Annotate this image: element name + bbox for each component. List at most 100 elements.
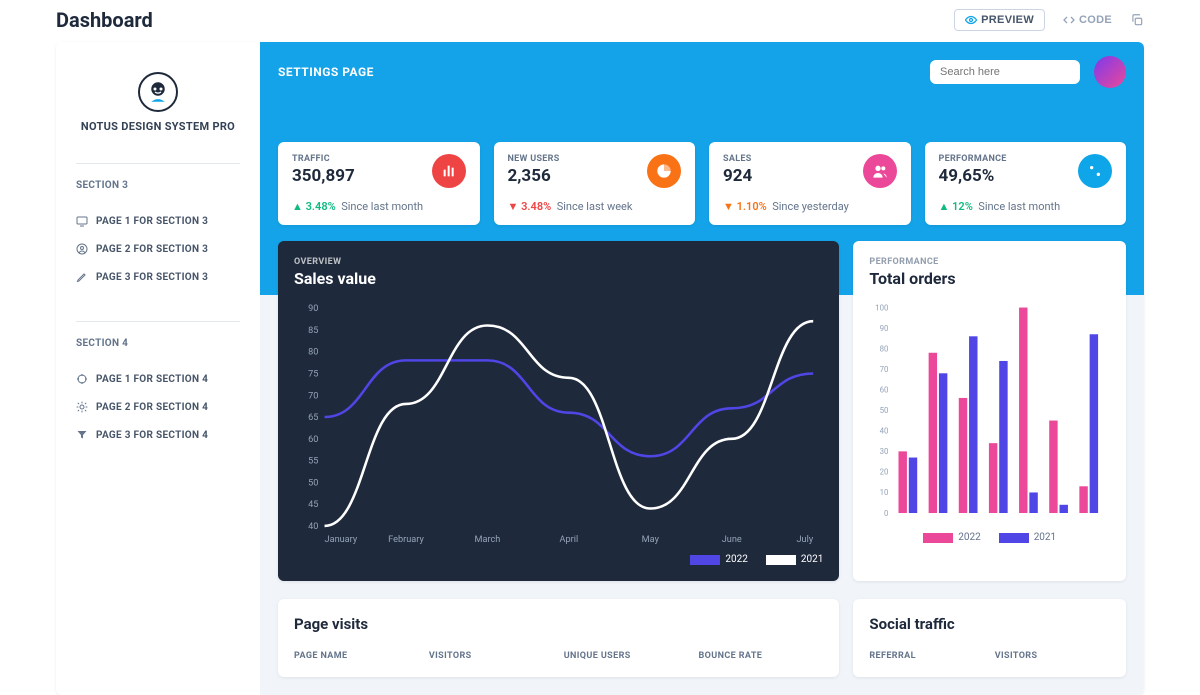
svg-text:55: 55 <box>308 457 318 467</box>
stat-card-new users: NEW USERS 2,356 ▼ 3.48% Since last week <box>494 142 696 225</box>
legend-item: 2022 <box>690 554 747 565</box>
column-header: REFERRAL <box>869 651 984 661</box>
svg-text:40: 40 <box>308 522 318 532</box>
preview-button[interactable]: PREVIEW <box>954 9 1045 31</box>
sidebar-item-s4-3[interactable]: PAGE 3 FOR SECTION 4 <box>70 421 246 449</box>
stat-card-sales: SALES 924 ▼ 1.10% Since yesterday <box>709 142 911 225</box>
svg-text:100: 100 <box>876 303 889 312</box>
svg-text:March: March <box>475 535 501 545</box>
crosshair-icon <box>76 373 88 385</box>
sidebar-item-s4-1[interactable]: PAGE 1 FOR SECTION 4 <box>70 365 246 393</box>
svg-text:February: February <box>388 535 424 545</box>
users-icon <box>863 154 897 188</box>
svg-text:June: June <box>722 535 742 545</box>
stat-delta: ▼ 1.10% <box>723 200 767 213</box>
column-header: BOUNCE RATE <box>699 651 824 661</box>
line-chart: 4045505560657075808590JanuaryFebruaryMar… <box>294 302 823 546</box>
stat-delta: ▲ 3.48% <box>292 200 336 213</box>
svg-text:65: 65 <box>308 413 318 423</box>
sun-icon <box>76 401 88 413</box>
table-title: Social traffic <box>869 615 1110 633</box>
stat-since: Since last month <box>978 200 1060 213</box>
stat-since: Since last month <box>341 200 423 213</box>
svg-text:January: January <box>325 535 358 545</box>
svg-text:10: 10 <box>880 488 889 497</box>
header-actions: PREVIEW CODE <box>954 9 1144 31</box>
column-header: VISITORS <box>995 651 1110 661</box>
chart-overline: PERFORMANCE <box>869 257 1110 267</box>
svg-text:50: 50 <box>880 406 889 415</box>
user-avatar[interactable] <box>1094 56 1126 88</box>
page-visits-card: Page visits PAGE NAMEVISITORSUNIQUE USER… <box>278 599 839 677</box>
social-traffic-card: Social traffic REFERRAL VISITORS <box>853 599 1126 677</box>
svg-text:90: 90 <box>880 324 889 333</box>
stat-label: TRAFFIC <box>292 154 355 164</box>
brand: NOTUS DESIGN SYSTEM PRO <box>70 72 246 133</box>
legend-item: 2021 <box>766 554 823 565</box>
sidebar-item-s3-3[interactable]: PAGE 3 FOR SECTION 3 <box>70 263 246 291</box>
column-header: VISITORS <box>429 651 554 661</box>
svg-text:90: 90 <box>308 304 318 314</box>
bar-chart-legend: 2022 2021 <box>869 532 1110 543</box>
table-head: PAGE NAME VISITORS UNIQUE USERS BOUNCE RATE <box>294 651 823 661</box>
bar-chart-icon <box>432 154 466 188</box>
stat-since: Since yesterday <box>772 200 849 213</box>
svg-text:70: 70 <box>880 365 889 374</box>
svg-text:80: 80 <box>308 348 318 358</box>
pie-chart-icon <box>647 154 681 188</box>
table-head: REFERRAL VISITORS <box>869 651 1110 661</box>
stat-delta: ▼ 3.48% <box>508 200 552 213</box>
stat-label: NEW USERS <box>508 154 560 164</box>
stat-value: 924 <box>723 166 752 186</box>
svg-text:50: 50 <box>308 478 318 488</box>
svg-text:30: 30 <box>880 447 889 456</box>
column-header: UNIQUE USERS <box>564 651 689 661</box>
stat-since: Since last week <box>557 200 633 213</box>
section-header-3: SECTION 3 <box>76 163 240 191</box>
circle-user-icon <box>76 243 88 255</box>
svg-text:70: 70 <box>308 391 318 401</box>
svg-text:45: 45 <box>308 500 318 510</box>
svg-text:July: July <box>797 535 814 545</box>
filter-icon <box>76 429 88 441</box>
sidebar-item-s4-2[interactable]: PAGE 2 FOR SECTION 4 <box>70 393 246 421</box>
chart-title: Total orders <box>869 269 1110 288</box>
sidebar-item-s3-1[interactable]: PAGE 1 FOR SECTION 3 <box>70 207 246 235</box>
brand-title: NOTUS DESIGN SYSTEM PRO <box>70 120 246 133</box>
svg-text:20: 20 <box>880 468 889 477</box>
svg-text:80: 80 <box>880 344 889 353</box>
svg-text:May: May <box>642 535 660 545</box>
sidebar: NOTUS DESIGN SYSTEM PRO SECTION 3 PAGE 1… <box>56 42 260 695</box>
svg-text:60: 60 <box>880 386 889 395</box>
stat-card-performance: PERFORMANCE 49,65% ▲ 12% Since last mont… <box>925 142 1127 225</box>
stat-value: 2,356 <box>508 166 560 186</box>
chart-title: Sales value <box>294 269 823 288</box>
svg-text:40: 40 <box>880 427 889 436</box>
svg-text:75: 75 <box>308 370 318 380</box>
tv-icon <box>76 215 88 227</box>
svg-text:85: 85 <box>308 326 318 336</box>
stat-delta: ▲ 12% <box>939 200 973 213</box>
search-input[interactable] <box>930 60 1080 84</box>
stat-label: SALES <box>723 154 752 164</box>
brand-avatar <box>138 72 178 112</box>
svg-text:April: April <box>560 535 579 545</box>
stat-value: 49,65% <box>939 166 1007 186</box>
svg-text:0: 0 <box>884 509 888 518</box>
legend-item: 2022 <box>923 532 980 543</box>
bar-chart: 0 10 20 30 40 50 60 70 80 90 100 <box>869 302 1110 524</box>
legend-item: 2021 <box>999 532 1056 543</box>
code-button[interactable]: CODE <box>1053 10 1122 30</box>
page-title: Dashboard <box>56 8 153 32</box>
stat-row: TRAFFIC 350,897 ▲ 3.48% Since last month… <box>278 142 1126 225</box>
main-panel: SETTINGS PAGE TRAFFIC 350,897 ▲ 3.48% Si… <box>260 42 1144 695</box>
line-chart-legend: 2022 2021 <box>294 554 823 565</box>
copy-icon[interactable] <box>1130 13 1144 27</box>
sidebar-item-s3-2[interactable]: PAGE 2 FOR SECTION 3 <box>70 235 246 263</box>
hero-title: SETTINGS PAGE <box>278 65 374 79</box>
sales-value-chart-card: OVERVIEW Sales value 4045505560657075808… <box>278 241 839 581</box>
code-icon <box>1063 14 1075 26</box>
eye-icon <box>965 14 977 26</box>
column-header: PAGE NAME <box>294 651 419 661</box>
pencil-icon <box>76 271 88 283</box>
